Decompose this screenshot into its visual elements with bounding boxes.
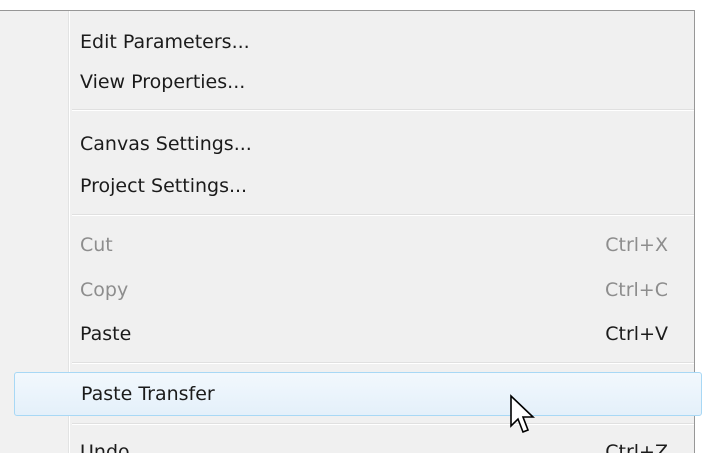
menu-item-label: Paste Transfer [81,383,215,405]
menu-item-paste[interactable]: Paste Ctrl+V [14,314,702,354]
menu-separator [72,423,694,425]
menu-item-label: Undo [80,441,130,453]
menu-item-label: Project Settings... [80,175,248,197]
menu-item-shortcut: Ctrl+V [605,323,668,345]
arrow-pointer-icon [510,394,535,434]
menu-item-label: Canvas Settings... [80,133,252,155]
menu-item-undo[interactable]: Undo Ctrl+Z [14,432,702,453]
menu-item-label: Copy [80,279,129,301]
desktop-background-top [0,0,703,10]
menu-item-cut: Cut Ctrl+X [14,225,702,265]
menu-separator [72,214,694,216]
menu-item-shortcut: Ctrl+X [605,234,668,256]
menu-item-shortcut: Ctrl+Z [605,441,668,453]
menu-item-canvas-settings[interactable]: Canvas Settings... [14,124,702,164]
menu-item-copy: Copy Ctrl+C [14,270,702,310]
menu-item-label: Edit Parameters... [80,31,250,53]
menu-item-edit-parameters[interactable]: Edit Parameters... [14,22,702,62]
menu-item-label: View Properties... [80,71,246,93]
menu-separator [72,109,694,111]
menu-separator [72,362,694,364]
menu-item-paste-transfer[interactable]: Paste Transfer [14,372,702,416]
menu-item-view-properties[interactable]: View Properties... [14,62,702,102]
menu-item-label: Paste [80,323,132,345]
menu-item-shortcut: Ctrl+C [605,279,668,301]
context-menu-window: Edit Parameters... View Properties... Ca… [0,0,703,453]
menu-item-label: Cut [80,234,113,256]
menu-item-project-settings[interactable]: Project Settings... [14,166,702,206]
